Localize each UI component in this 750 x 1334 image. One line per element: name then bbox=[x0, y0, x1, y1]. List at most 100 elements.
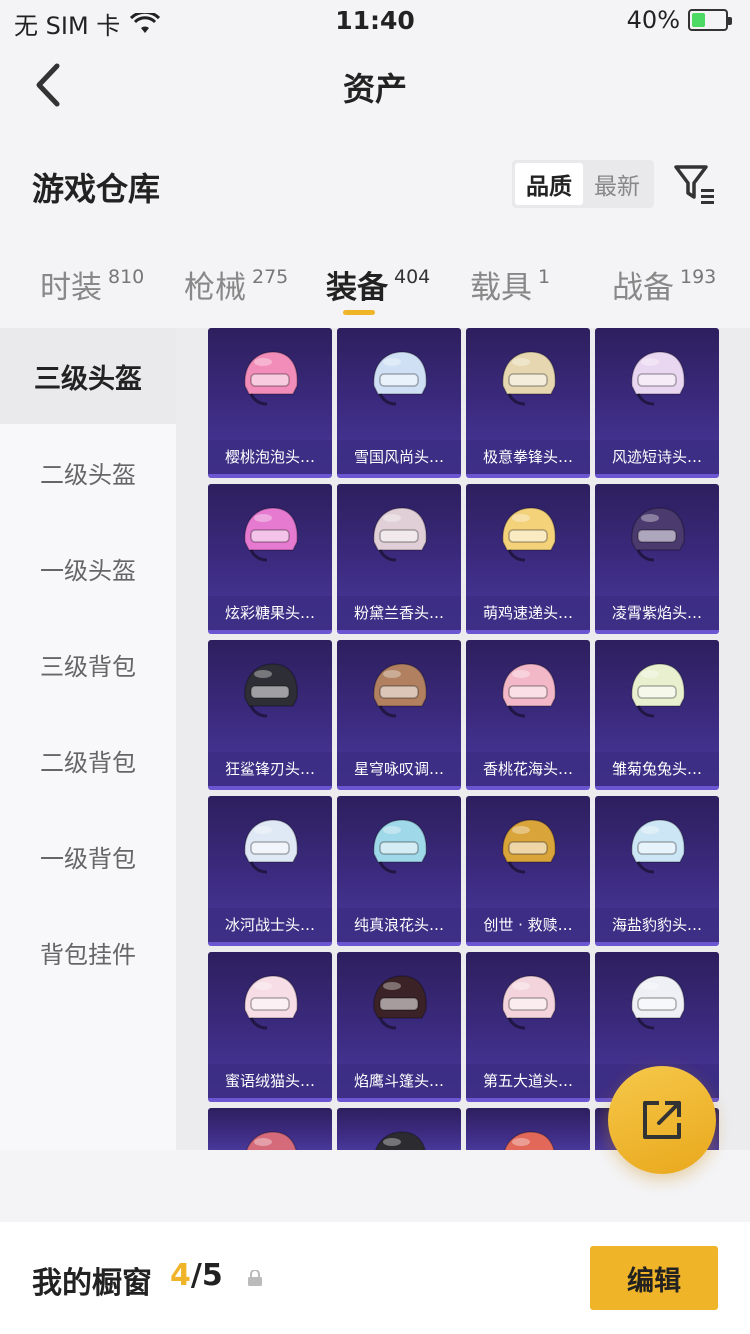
tab-label: 载具 bbox=[470, 270, 532, 306]
helmet-image bbox=[373, 351, 427, 406]
item-name: 香桃花海头… bbox=[466, 752, 590, 786]
tab-equipment[interactable]: 装备 404 bbox=[326, 262, 430, 307]
helmet-image bbox=[244, 975, 298, 1030]
item-card[interactable] bbox=[337, 1108, 461, 1150]
item-card[interactable] bbox=[466, 1108, 590, 1150]
item-card[interactable]: 焰鹰斗篷头… bbox=[337, 952, 461, 1102]
warehouse-title: 游戏仓库 bbox=[32, 170, 161, 208]
helmet-image bbox=[502, 663, 556, 718]
sort-option-newest[interactable]: 最新 bbox=[583, 163, 651, 205]
page-title: 资产 bbox=[342, 70, 407, 108]
item-card[interactable]: 创世 · 救赎… bbox=[466, 796, 590, 946]
helmet-image bbox=[373, 819, 427, 874]
sidebar-item-level2-helmet[interactable]: 二级头盔 bbox=[0, 424, 176, 520]
category-tabs: 时装 810 枪械 275 装备 404 载具 1 战备 193 bbox=[0, 248, 750, 328]
helmet-image bbox=[246, 1131, 297, 1150]
helmet-image bbox=[502, 819, 556, 874]
helmet-image bbox=[502, 351, 556, 406]
helmet-image bbox=[244, 351, 298, 406]
item-card[interactable] bbox=[208, 1108, 332, 1150]
tab-label: 装备 bbox=[326, 270, 388, 306]
tab-label: 战备 bbox=[612, 270, 674, 306]
sidebar-item-level2-backpack[interactable]: 二级背包 bbox=[0, 712, 176, 808]
item-card[interactable]: 雏菊兔兔头… bbox=[595, 640, 719, 790]
sidebar-item-level1-helmet[interactable]: 一级头盔 bbox=[0, 520, 176, 616]
helmet-image bbox=[373, 975, 427, 1030]
tab-label: 时装 bbox=[40, 270, 102, 306]
item-grid-container[interactable]: 樱桃泡泡头… 雪国风尚头… 极意拳锋头… 风迹短诗头… 炫彩糖果头… 粉黛兰香头… 萌鸡速递… bbox=[176, 328, 750, 1150]
helmet-image bbox=[244, 819, 298, 874]
showcase-count: 4/5 bbox=[170, 1258, 223, 1293]
tab-supplies[interactable]: 战备 193 bbox=[612, 262, 716, 307]
battery-icon bbox=[688, 9, 732, 31]
status-bar: 无 SIM 卡 11:40 40% bbox=[0, 0, 750, 42]
showcase-current: 4 bbox=[170, 1258, 191, 1293]
item-card[interactable]: 冰河战士头… bbox=[208, 796, 332, 946]
item-name: 星穹咏叹调… bbox=[337, 752, 461, 786]
helmet-image bbox=[502, 507, 556, 562]
item-card[interactable]: 蜜语绒猫头… bbox=[208, 952, 332, 1102]
item-name: 粉黛兰香头… bbox=[337, 596, 461, 630]
item-card[interactable]: 雪国风尚头… bbox=[337, 328, 461, 478]
item-card[interactable]: 香桃花海头… bbox=[466, 640, 590, 790]
item-name: 纯真浪花头… bbox=[337, 908, 461, 942]
sidebar-item-backpack-charm[interactable]: 背包挂件 bbox=[0, 904, 176, 1000]
item-card[interactable]: 萌鸡速递头… bbox=[466, 484, 590, 634]
sidebar-item-level3-backpack[interactable]: 三级背包 bbox=[0, 616, 176, 712]
sidebar-item-level1-backpack[interactable]: 一级背包 bbox=[0, 808, 176, 904]
item-card[interactable]: 狂鲨锋刃头… bbox=[208, 640, 332, 790]
item-name: 炫彩糖果头… bbox=[208, 596, 332, 630]
item-name: 萌鸡速递头… bbox=[466, 596, 590, 630]
item-card[interactable]: 凌霄紫焰头… bbox=[595, 484, 719, 634]
showcase-label: 我的橱窗 bbox=[32, 1266, 152, 1301]
item-card[interactable]: 第五大道头… bbox=[466, 952, 590, 1102]
battery-fill bbox=[692, 13, 705, 27]
item-name: 雪国风尚头… bbox=[337, 440, 461, 474]
battery-percent: 40% bbox=[626, 6, 680, 34]
share-button[interactable] bbox=[608, 1066, 716, 1174]
sidebar-item-level3-helmet[interactable]: 三级头盔 bbox=[0, 328, 176, 424]
helmet-image bbox=[502, 975, 556, 1030]
helmet-image bbox=[244, 507, 298, 562]
item-card[interactable]: 炫彩糖果头… bbox=[208, 484, 332, 634]
tab-count: 275 bbox=[252, 266, 289, 288]
item-name: 狂鲨锋刃头… bbox=[208, 752, 332, 786]
filter-icon bbox=[674, 165, 714, 204]
filter-button[interactable] bbox=[670, 160, 720, 208]
showcase-total: /5 bbox=[190, 1258, 223, 1293]
tab-vehicles[interactable]: 载具 1 bbox=[470, 262, 550, 307]
sort-option-quality[interactable]: 品质 bbox=[515, 163, 583, 205]
status-right: 40% bbox=[626, 6, 732, 34]
helmet-image bbox=[504, 1131, 555, 1150]
item-name: 风迹短诗头… bbox=[595, 440, 719, 474]
tab-weapons[interactable]: 枪械 275 bbox=[184, 262, 288, 307]
helmet-image bbox=[631, 975, 685, 1030]
item-card[interactable]: 海盐豹豹头… bbox=[595, 796, 719, 946]
edit-button[interactable]: 编辑 bbox=[590, 1246, 718, 1310]
helmet-image bbox=[631, 507, 685, 562]
tab-count: 193 bbox=[680, 266, 717, 288]
item-name: 第五大道头… bbox=[466, 1064, 590, 1098]
sidebar: 三级头盔 二级头盔 一级头盔 三级背包 二级背包 一级背包 背包挂件 bbox=[0, 328, 176, 1150]
item-name: 樱桃泡泡头… bbox=[208, 440, 332, 474]
tab-count: 810 bbox=[108, 266, 145, 288]
item-card[interactable]: 星穹咏叹调… bbox=[337, 640, 461, 790]
item-card[interactable]: 极意拳锋头… bbox=[466, 328, 590, 478]
tab-indicator bbox=[343, 310, 375, 315]
item-card[interactable]: 樱桃泡泡头… bbox=[208, 328, 332, 478]
item-card[interactable]: 风迹短诗头… bbox=[595, 328, 719, 478]
item-name: 极意拳锋头… bbox=[466, 440, 590, 474]
helmet-image bbox=[244, 663, 298, 718]
share-icon bbox=[643, 1101, 681, 1139]
item-card[interactable]: 纯真浪花头… bbox=[337, 796, 461, 946]
sort-toggle: 品质 最新 bbox=[512, 160, 654, 208]
tab-count: 404 bbox=[394, 266, 431, 288]
helmet-image bbox=[631, 351, 685, 406]
item-grid: 樱桃泡泡头… 雪国风尚头… 极意拳锋头… 风迹短诗头… 炫彩糖果头… 粉黛兰香头… 萌鸡速递… bbox=[208, 328, 719, 1150]
tab-fashion[interactable]: 时装 810 bbox=[40, 262, 144, 307]
lock-icon bbox=[248, 1270, 262, 1286]
item-card[interactable]: 粉黛兰香头… bbox=[337, 484, 461, 634]
helmet-image bbox=[631, 663, 685, 718]
showcase-bar: 我的橱窗 4/5 编辑 bbox=[0, 1222, 750, 1334]
item-name: 雏菊兔兔头… bbox=[595, 752, 719, 786]
